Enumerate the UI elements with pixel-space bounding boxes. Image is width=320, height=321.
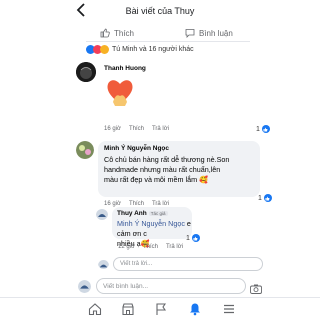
- comment-icon: [185, 29, 195, 38]
- like-count[interactable]: 1: [186, 234, 200, 242]
- comment-input-placeholder: Viết bình luận...: [103, 282, 149, 290]
- mention-link[interactable]: Minh Ý Nguyễn Ngọc: [117, 219, 185, 228]
- author-badge: Tác giả: [148, 211, 168, 216]
- comment-input[interactable]: Viết bình luận...: [96, 278, 246, 294]
- comment-text: Cô chủ bán hàng rất dễ thương nè.Son han…: [104, 155, 260, 185]
- like-label: Thích: [114, 28, 135, 38]
- like-count[interactable]: 1: [258, 194, 272, 202]
- comment-like-link[interactable]: Thích: [129, 126, 144, 132]
- haha-reaction-icon: [100, 45, 109, 54]
- reply-input-placeholder: Viết trả lời...: [120, 261, 153, 267]
- avatar[interactable]: [96, 208, 108, 220]
- comment-reply-link[interactable]: Trả lời: [152, 126, 169, 132]
- like-count[interactable]: 1: [256, 125, 270, 133]
- comment-line: màu rất đẹp và môi mềm lắm 🥰: [104, 175, 209, 184]
- bottom-nav: [0, 297, 320, 321]
- bell-icon[interactable]: [188, 302, 202, 316]
- avatar[interactable]: [76, 62, 96, 82]
- reaction-text: Tú Minh và 16 người khác: [112, 46, 194, 53]
- like-count-number: 1: [256, 125, 260, 133]
- comment-line: handmade nhưng màu rất chuẩn,lên: [104, 165, 221, 174]
- reply-input[interactable]: Viết trả lời...: [113, 257, 263, 271]
- heart-hands-sticker: [104, 74, 136, 110]
- store-icon[interactable]: [121, 302, 135, 316]
- like-button[interactable]: Thích: [100, 27, 134, 39]
- reply-bubble: Thuy Anh Tác giả Minh Ý Nguyễn Ngọc e cảm…: [112, 207, 192, 248]
- menu-icon[interactable]: [222, 302, 236, 316]
- comment-button[interactable]: Bình luận: [185, 27, 233, 39]
- comment-label: Bình luận: [199, 28, 233, 38]
- like-count-number: 1: [258, 194, 262, 202]
- comment-line: Cô chủ bán hàng rất dễ thương nè.Son: [104, 155, 230, 164]
- reply-like-link[interactable]: Thích: [143, 244, 158, 250]
- avatar: [78, 280, 91, 293]
- avatar[interactable]: [76, 141, 94, 159]
- reaction-summary[interactable]: Tú Minh và 16 người khác: [86, 45, 194, 54]
- like-badge-icon: [263, 194, 272, 202]
- reply-author-name[interactable]: Thuy Anh: [117, 210, 147, 217]
- comment-author[interactable]: Thanh Huong: [104, 65, 146, 72]
- home-icon[interactable]: [88, 302, 102, 316]
- page-title: Bài viết của Thuy: [125, 6, 195, 16]
- comment-bubble: Minh Ý Nguyễn Ngọc Cô chủ bán hàng rất d…: [98, 141, 260, 197]
- flag-icon[interactable]: [154, 302, 168, 316]
- reply-time: 12 giờ: [118, 244, 135, 250]
- comment-time: 16 giờ: [104, 126, 121, 132]
- reply-reply-link[interactable]: Trả lời: [166, 244, 183, 250]
- like-badge-icon: [191, 234, 200, 242]
- header: Bài viết của Thuy: [0, 0, 320, 24]
- thumbs-up-icon: [100, 28, 110, 38]
- like-count-number: 1: [186, 234, 190, 242]
- avatar: [98, 258, 109, 269]
- reply-author: Thuy Anh Tác giả: [117, 210, 168, 217]
- divider: [86, 41, 250, 42]
- comment-author[interactable]: Minh Ý Nguyễn Ngọc: [104, 145, 169, 152]
- comment-meta: 16 giờ Thích Trả lời: [104, 126, 169, 132]
- reply-meta: 12 giờ Thích Trả lời: [118, 244, 183, 250]
- like-badge-icon: [261, 125, 270, 133]
